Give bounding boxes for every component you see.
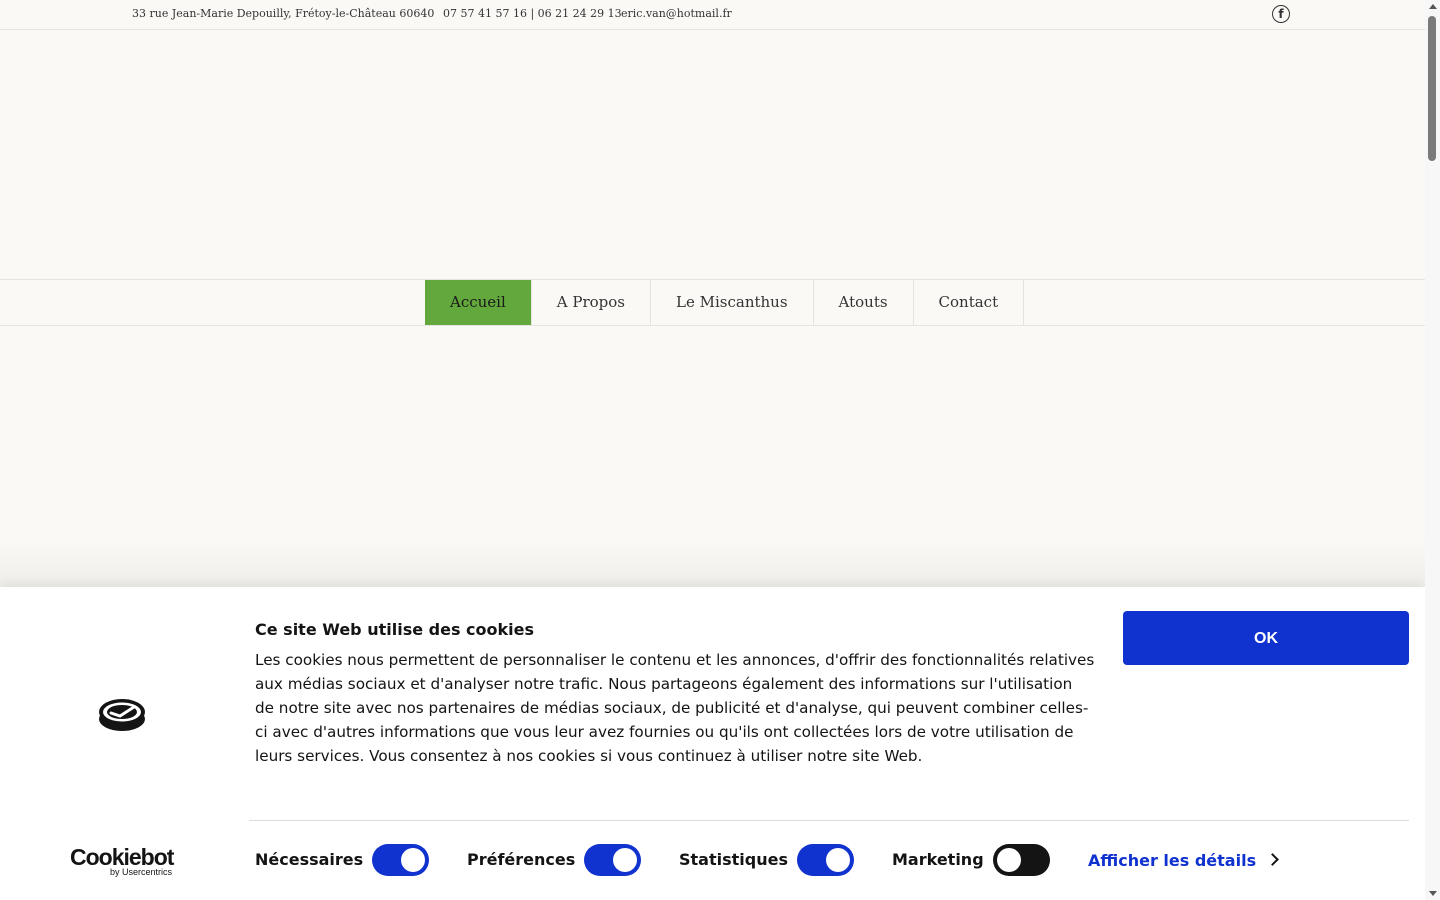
switch-knob xyxy=(826,848,850,872)
statistiques-switch[interactable] xyxy=(797,844,854,876)
top-info-bar: 33 rue Jean-Marie Depouilly, Frétoy-le-C… xyxy=(0,0,1425,30)
cookie-description: Les cookies nous permettent de personnal… xyxy=(255,651,1095,765)
nav-item-contact[interactable]: Contact xyxy=(914,280,1025,325)
scrollbar-thumb[interactable] xyxy=(1428,16,1436,161)
toggle-label: Nécessaires xyxy=(255,850,364,869)
toggle-label: Préférences xyxy=(467,850,576,869)
phone-text: 07 57 41 57 16 | 06 21 24 29 13 xyxy=(443,7,622,20)
scrollbar[interactable] xyxy=(1425,0,1440,900)
cookiebot-brand-name: Cookiebot xyxy=(70,844,174,870)
cookie-banner: Cookiebot by Usercentrics Ce site Web ut… xyxy=(0,587,1425,900)
marketing-switch[interactable] xyxy=(993,844,1050,876)
facebook-icon[interactable]: f xyxy=(1272,5,1290,23)
email-link[interactable]: eric.van@hotmail.fr xyxy=(621,7,732,20)
divider xyxy=(249,820,1409,821)
switch-knob xyxy=(401,848,425,872)
cookiebot-brand: Cookiebot by Usercentrics xyxy=(70,845,174,877)
show-details-link[interactable]: Afficher les détails xyxy=(1088,851,1256,870)
scroll-up-icon[interactable] xyxy=(1429,4,1437,9)
cookie-title: Ce site Web utilise des cookies xyxy=(255,620,534,639)
toggle-label: Statistiques xyxy=(679,850,788,869)
address-text: 33 rue Jean-Marie Depouilly, Frétoy-le-C… xyxy=(132,7,435,20)
ok-button[interactable]: OK xyxy=(1123,611,1409,665)
switch-knob xyxy=(613,848,637,872)
necessaires-switch[interactable] xyxy=(372,844,429,876)
consent-toggles: Nécessaires Préférences Statistiques Mar… xyxy=(255,844,1355,876)
banner-shadow xyxy=(0,540,1425,590)
scroll-down-icon[interactable] xyxy=(1429,891,1437,896)
switch-knob xyxy=(997,848,1021,872)
nav-item-le-miscanthus[interactable]: Le Miscanthus xyxy=(651,280,814,325)
nav-item-accueil[interactable]: Accueil xyxy=(425,280,532,325)
nav-item-a-propos[interactable]: A Propos xyxy=(532,280,652,325)
nav-item-atouts[interactable]: Atouts xyxy=(814,280,914,325)
preferences-switch[interactable] xyxy=(584,844,641,876)
chevron-right-icon[interactable] xyxy=(1266,853,1279,866)
cookiebot-logo-icon xyxy=(99,699,145,731)
main-nav: Accueil A Propos Le Miscanthus Atouts Co… xyxy=(0,279,1425,326)
toggle-label: Marketing xyxy=(892,850,984,869)
